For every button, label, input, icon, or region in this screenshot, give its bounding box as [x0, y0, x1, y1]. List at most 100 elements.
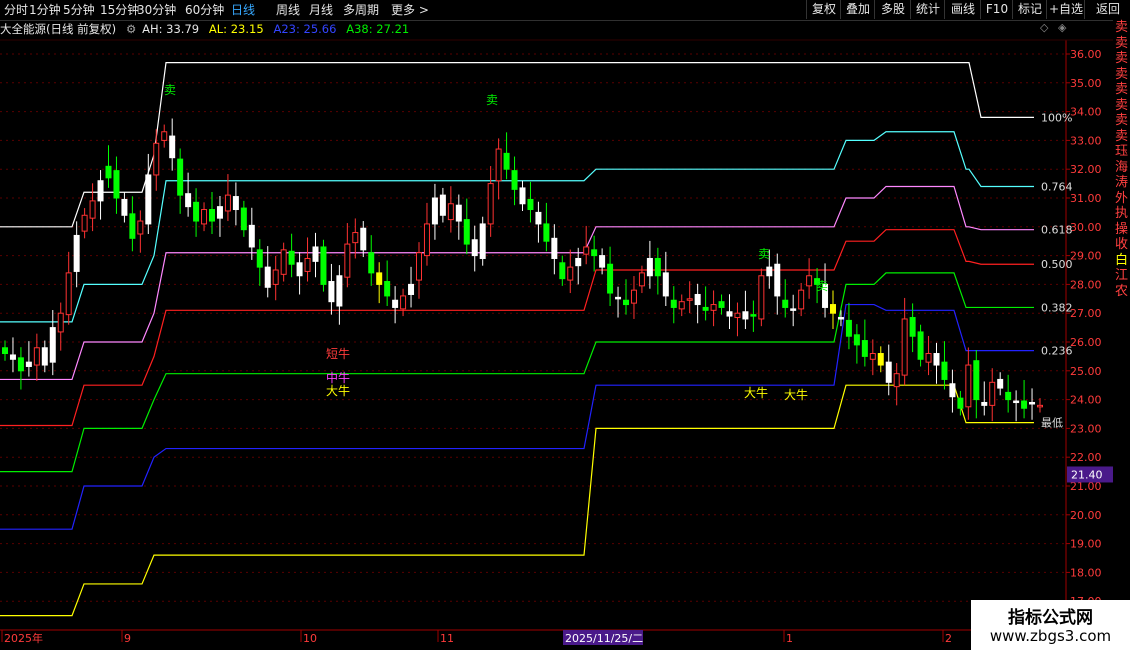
- candle-body: [941, 361, 948, 380]
- candle-body: [981, 401, 988, 406]
- candle-body: [9, 354, 16, 360]
- level-label: 0.764: [1041, 180, 1073, 193]
- level-line-4: [0, 272, 1034, 473]
- candle-body: [416, 252, 422, 281]
- watermark-url: www.zbgs3.com: [989, 627, 1112, 645]
- candle-body: [495, 148, 502, 182]
- candle-body: [73, 234, 80, 272]
- candle-body: [575, 257, 582, 267]
- y-tick-label: 25.00: [1070, 365, 1102, 378]
- level-label: 最低: [1041, 417, 1063, 430]
- candle-body: [224, 194, 231, 212]
- candle-body: [662, 272, 669, 297]
- candle-body: [376, 272, 383, 285]
- candle-body: [957, 397, 964, 409]
- level-label: 100%: [1041, 111, 1072, 124]
- candle-body: [638, 272, 645, 287]
- candle-body: [511, 170, 518, 190]
- x-axis-cursor-label: 2025/11/25/二: [565, 632, 643, 645]
- x-tick-label: 2: [945, 632, 952, 645]
- candle-body: [248, 224, 255, 248]
- x-tick-label: 1: [786, 632, 793, 645]
- candle-body: [949, 383, 956, 398]
- price-chart[interactable]: 36.00 35.00 34.00 33.00 32.00 31.00 30.00 29.00…: [0, 0, 1130, 650]
- candle-body: [790, 308, 797, 311]
- candle-body: [256, 249, 263, 268]
- candle-body: [519, 187, 526, 205]
- candle-body: [296, 262, 303, 277]
- candle-body: [623, 299, 629, 306]
- y-tick-label: 18.00: [1070, 566, 1102, 579]
- signal-label: 大牛: [326, 383, 350, 398]
- candle-body: [368, 252, 375, 274]
- right-strip-char: 农: [1114, 283, 1128, 299]
- candle-body: [105, 165, 112, 179]
- candle-body: [702, 306, 709, 311]
- right-strip-char: 外: [1114, 190, 1128, 206]
- right-text-strip: 卖卖卖卖卖卖卖卖珏海涛外执操收白江农: [1113, 20, 1130, 650]
- y-tick-label: 22.00: [1070, 451, 1102, 464]
- candle-body: [49, 327, 56, 363]
- candle-body: [89, 200, 96, 219]
- y-tick-label: 26.00: [1070, 336, 1102, 349]
- signal-label: 卖: [164, 83, 176, 97]
- candle-body: [989, 381, 996, 406]
- x-tick-label: 2025年: [4, 631, 43, 645]
- candle-body: [853, 334, 860, 346]
- candle-body: [312, 246, 319, 262]
- candle-body: [607, 263, 614, 294]
- candle-body: [360, 227, 367, 251]
- right-strip-char: 卖: [1114, 82, 1128, 97]
- right-strip-char: 收: [1114, 237, 1128, 252]
- candle-body: [2, 347, 8, 355]
- y-tick-label: 33.00: [1070, 134, 1102, 147]
- candle-body: [742, 311, 749, 320]
- candle-body: [423, 223, 430, 257]
- signal-label: 卖: [758, 247, 770, 261]
- candle-body: [384, 281, 391, 297]
- candle-body: [304, 257, 311, 272]
- signal-label: 短牛: [326, 346, 350, 361]
- candle-body: [25, 361, 32, 367]
- candle-body: [646, 257, 653, 277]
- candle-body: [973, 360, 980, 401]
- candle-body: [400, 295, 407, 310]
- candle-body: [766, 266, 773, 277]
- candle-body: [527, 198, 534, 211]
- candle-body: [431, 197, 438, 225]
- candle-body: [543, 223, 550, 242]
- candle-body: [240, 207, 247, 231]
- candle-body: [161, 131, 168, 141]
- right-strip-char: 卖: [1114, 97, 1128, 113]
- y-tick-label: 31.00: [1070, 192, 1102, 205]
- signal-label: 大牛: [784, 387, 808, 402]
- right-strip-char: 江: [1114, 268, 1128, 283]
- right-strip-char: 珏: [1114, 144, 1128, 159]
- candle-body: [288, 250, 295, 265]
- level-label: 0.236: [1041, 345, 1073, 358]
- y-tick-label: 34.00: [1070, 106, 1102, 119]
- level-label: 0.500: [1041, 258, 1073, 271]
- level-label: 0.618: [1041, 224, 1073, 237]
- candle-body: [169, 135, 176, 159]
- candle-body: [654, 257, 661, 277]
- candle-body: [630, 289, 637, 304]
- candle-body: [559, 262, 566, 280]
- candle-body: [328, 281, 335, 303]
- candle-body: [97, 180, 104, 202]
- x-tick-label: 11: [440, 632, 454, 645]
- right-strip-char: 卖: [1114, 35, 1128, 51]
- candle-body: [686, 298, 693, 301]
- candle-body: [909, 317, 916, 337]
- level-line-6: [0, 384, 1034, 617]
- right-strip-char: 涛: [1114, 175, 1128, 190]
- signal-label: 大牛: [744, 385, 768, 400]
- candle-body: [185, 193, 192, 208]
- candle-body: [336, 275, 343, 307]
- y-tick-label: 28.00: [1070, 278, 1102, 291]
- y-tick-label: 20.00: [1070, 509, 1102, 522]
- candle-body: [901, 318, 908, 376]
- candle-body: [893, 373, 900, 388]
- candle-body: [885, 361, 892, 383]
- candle-body: [463, 219, 470, 245]
